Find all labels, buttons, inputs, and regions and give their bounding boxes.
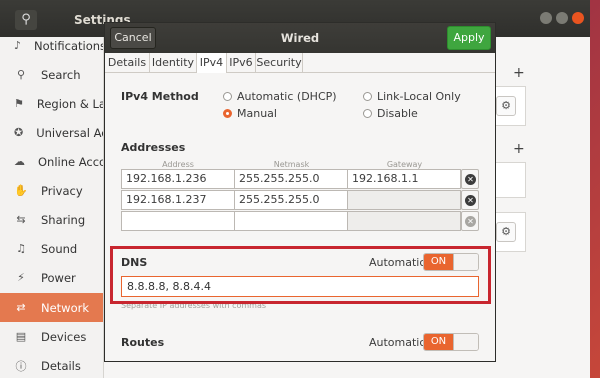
sidebar-item-label: Universal Access (36, 125, 103, 140)
vpn-card (496, 162, 526, 198)
address-field[interactable]: 192.168.1.237 (121, 190, 235, 210)
radio-link-local[interactable]: Link-Local Only (363, 90, 461, 103)
radio-icon (223, 92, 232, 101)
add-vpn-icon[interactable]: + (513, 141, 525, 157)
sidebar-item-label: Network (41, 300, 90, 315)
sidebar-item-notifications[interactable]: ♪ Notifications (0, 37, 104, 60)
battery-icon: ⚡ (17, 271, 25, 284)
close-icon: ✕ (465, 195, 476, 206)
accessibility-icon: ✪ (14, 126, 24, 139)
radio-icon (363, 92, 372, 101)
radio-checked-icon (223, 109, 232, 118)
radio-label: Automatic (DHCP) (237, 90, 337, 103)
address-row: 192.168.1.237 255.255.255.0 ✕ (121, 190, 479, 210)
column-header-gateway: Gateway (386, 160, 423, 169)
gateway-field[interactable]: 192.168.1.1 (347, 169, 461, 189)
netmask-field[interactable] (234, 211, 348, 231)
window-controls (540, 12, 584, 24)
sidebar-item-details[interactable]: ⓘ Details (0, 351, 103, 378)
remove-address-button[interactable]: ✕ (461, 211, 479, 231)
sidebar-item-label: Power (41, 270, 76, 285)
routes-automatic-toggle[interactable]: ON (423, 333, 479, 351)
sidebar-item-sound[interactable]: ♫ Sound (0, 234, 103, 263)
sidebar-item-devices[interactable]: ▤ Devices (0, 322, 103, 351)
sidebar-item-label: Notifications (34, 38, 104, 53)
apply-button[interactable]: Apply (447, 26, 491, 50)
sidebar-item-label: Online Accounts (38, 154, 104, 169)
remove-address-button[interactable]: ✕ (461, 190, 479, 210)
flag-icon: ⚑ (14, 97, 24, 110)
dialog-headerbar: Cancel Wired Apply (105, 23, 495, 53)
dialog-title: Wired (280, 31, 320, 45)
speaker-icon: ♫ (16, 242, 26, 255)
network-icon: ⇄ (16, 301, 26, 314)
close-icon: ✕ (465, 174, 476, 185)
address-field[interactable] (121, 211, 235, 231)
address-row: ✕ (121, 211, 479, 231)
remove-address-button[interactable]: ✕ (461, 169, 479, 189)
sidebar-item-label: Sound (41, 241, 78, 256)
info-icon: ⓘ (15, 359, 27, 373)
sidebar-item-search[interactable]: ⚲ Search (0, 60, 103, 89)
radio-icon (363, 109, 372, 118)
share-icon: ⇆ (16, 213, 26, 226)
ipv4-method-label: IPv4 Method (121, 90, 199, 103)
bell-icon: ♪ (14, 39, 22, 52)
column-header-address: Address (162, 160, 194, 169)
netmask-field[interactable]: 255.255.255.0 (234, 169, 348, 189)
radio-label: Link-Local Only (377, 90, 461, 103)
close-icon[interactable] (572, 12, 584, 24)
column-header-netmask: Netmask (273, 160, 310, 169)
search-icon[interactable]: ⚲ (15, 10, 37, 30)
cloud-icon: ☁ (14, 155, 25, 168)
tab-details[interactable]: Details (105, 53, 150, 73)
gateway-field[interactable] (347, 211, 461, 231)
toggle-on-label: ON (424, 334, 453, 350)
sidebar-item-label: Sharing (41, 212, 86, 227)
tab-ipv6[interactable]: IPv6 (227, 53, 256, 73)
sidebar-item-label: Devices (41, 329, 87, 344)
sidebar-item-region[interactable]: ⚑ Region & Language (0, 89, 103, 118)
sidebar-item-network[interactable]: ⇄ Network (0, 293, 103, 322)
maximize-icon[interactable] (556, 12, 568, 24)
sidebar-item-sharing[interactable]: ⇆ Sharing (0, 205, 103, 234)
sidebar-item-online-accounts[interactable]: ☁ Online Accounts (0, 147, 104, 176)
radio-automatic-dhcp[interactable]: Automatic (DHCP) (223, 90, 337, 103)
sidebar-item-label: Details (41, 358, 81, 373)
dns-highlight-box (110, 246, 491, 304)
settings-sidebar: ♪ Notifications ⚲ Search ⚑ Region & Lang… (0, 37, 104, 378)
sidebar-item-universal-access[interactable]: ✪ Universal Access (0, 118, 103, 147)
addresses-label: Addresses (121, 141, 186, 154)
tab-identity[interactable]: Identity (150, 53, 197, 73)
gear-icon[interactable]: ⚙ (496, 222, 516, 242)
add-connection-icon[interactable]: + (513, 65, 525, 81)
wired-dialog: Cancel Wired Apply Details Identity IPv4… (104, 22, 496, 362)
printer-icon: ▤ (15, 330, 27, 343)
gear-icon[interactable]: ⚙ (496, 96, 516, 116)
minimize-icon[interactable] (540, 12, 552, 24)
routes-automatic-label: Automatic (369, 336, 426, 349)
gateway-field[interactable] (347, 190, 461, 210)
sidebar-item-label: Search (41, 67, 81, 82)
routes-label: Routes (121, 336, 165, 349)
radio-manual[interactable]: Manual (223, 107, 277, 120)
netmask-field[interactable]: 255.255.255.0 (234, 190, 348, 210)
radio-disable[interactable]: Disable (363, 107, 418, 120)
sidebar-item-privacy[interactable]: ✋ Privacy (0, 176, 103, 205)
sidebar-item-power[interactable]: ⚡ Power (0, 263, 103, 292)
address-field[interactable]: 192.168.1.236 (121, 169, 235, 189)
radio-label: Manual (237, 107, 277, 120)
sidebar-item-label: Privacy (41, 183, 83, 198)
toggle-knob (453, 334, 478, 350)
search-icon: ⚲ (16, 68, 26, 81)
radio-label: Disable (377, 107, 418, 120)
tab-bar: Details Identity IPv4 IPv6 Security (105, 53, 495, 73)
close-icon: ✕ (465, 216, 476, 227)
tab-security[interactable]: Security (256, 53, 303, 73)
hand-icon: ✋ (14, 184, 28, 197)
sidebar-item-label: Region & Language (36, 96, 103, 111)
address-row: 192.168.1.236 255.255.255.0 192.168.1.1 … (121, 169, 479, 189)
tab-ipv4[interactable]: IPv4 (197, 53, 227, 73)
